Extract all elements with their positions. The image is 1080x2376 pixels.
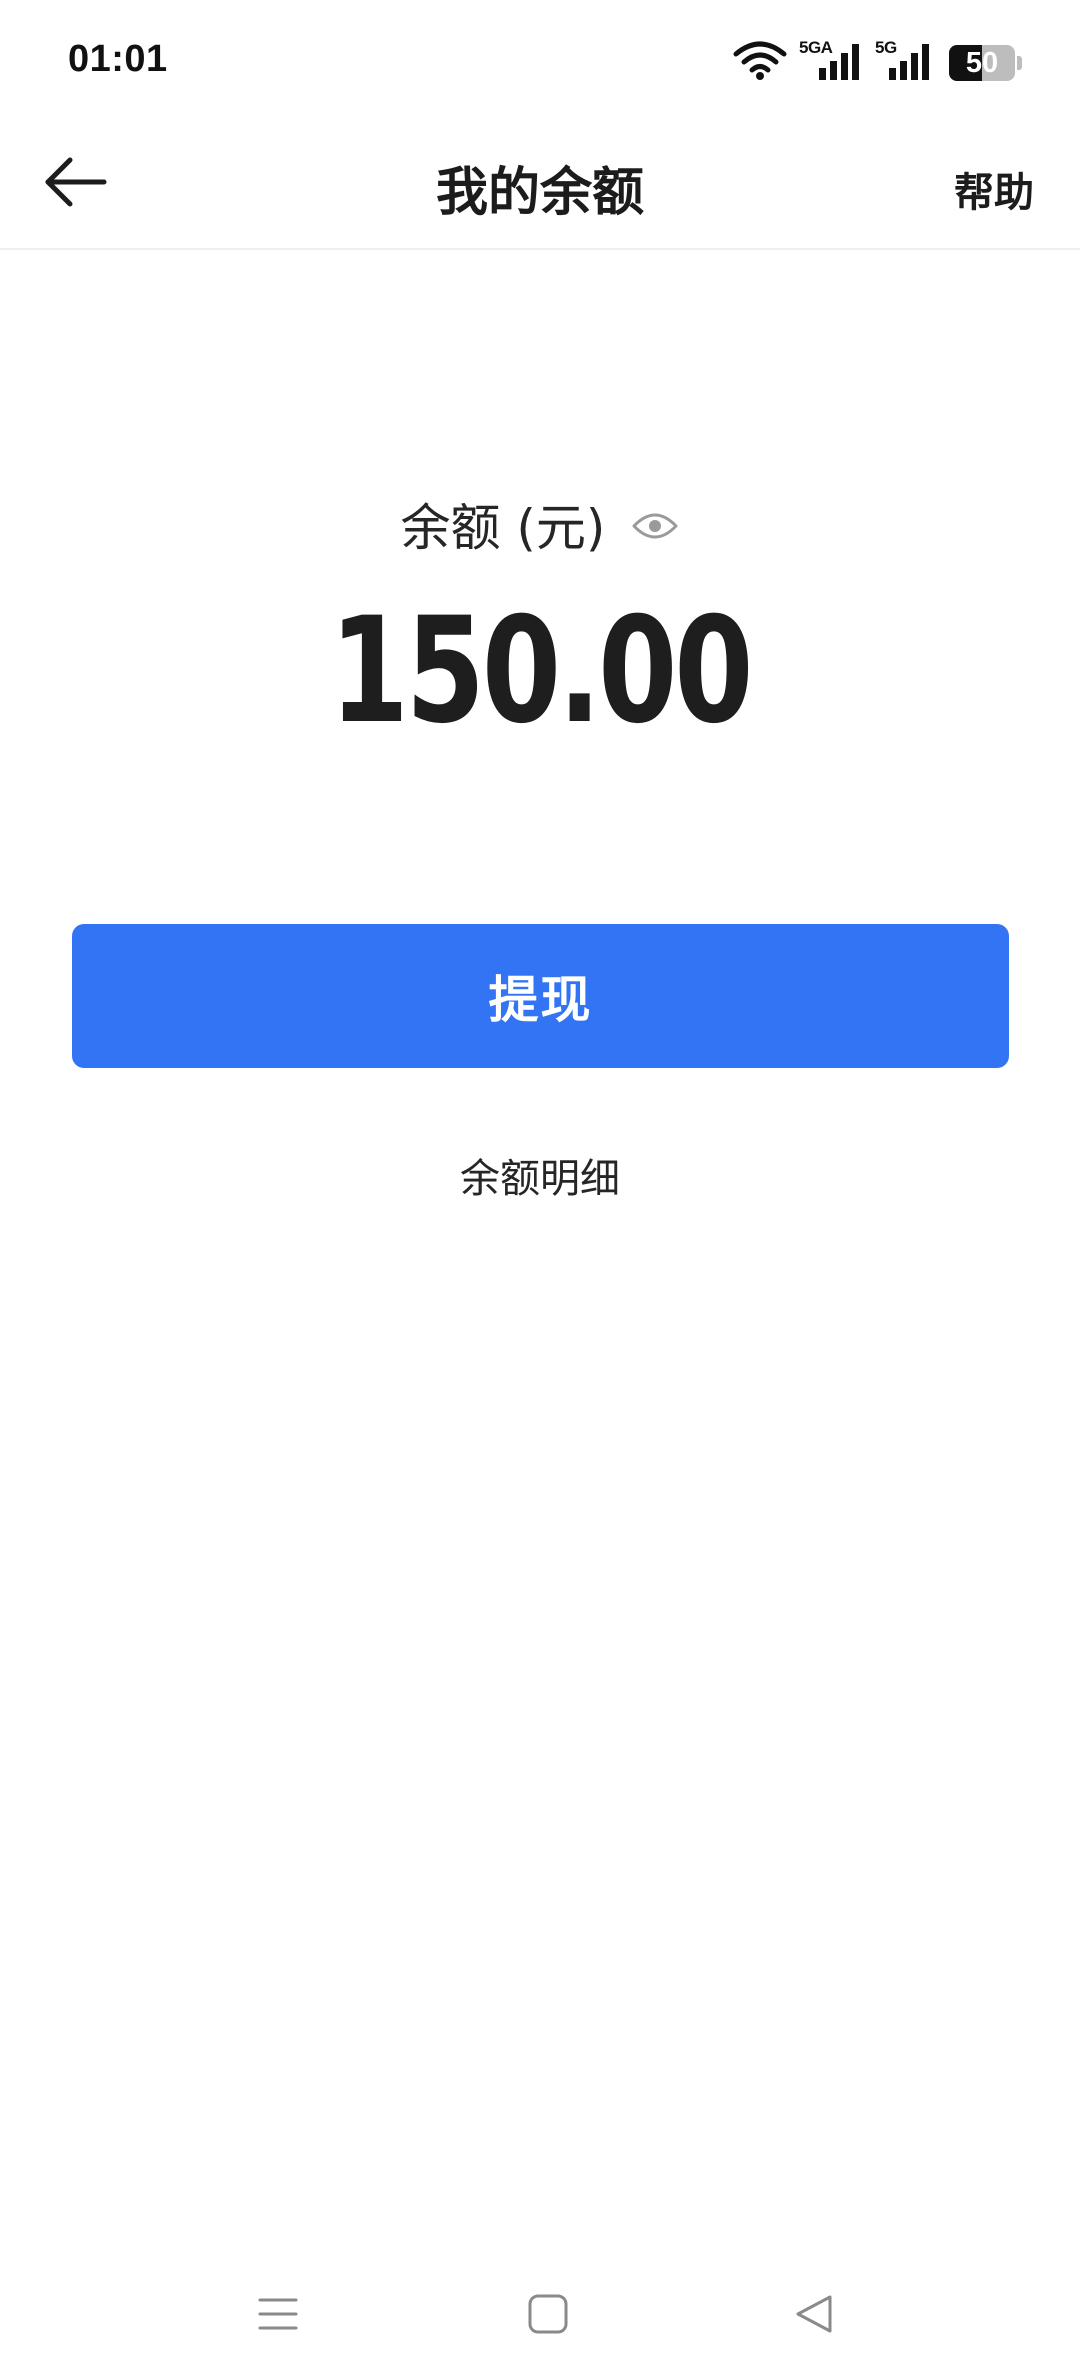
- battery-level: 50: [965, 46, 999, 79]
- status-bar: 01:01 5GA 5G 50: [0, 0, 1080, 120]
- nav-menu-button[interactable]: [238, 2284, 318, 2348]
- network-type-label-2: 5G: [875, 38, 897, 57]
- signal-icon-5ga: 5GA: [799, 38, 863, 86]
- header: 我的余额 帮助: [0, 120, 1080, 250]
- signal-icon-5g: 5G: [875, 38, 933, 86]
- battery-icon: 50: [949, 45, 1015, 81]
- balance-label-row: 余额 (元): [0, 488, 1080, 560]
- status-icons: 5GA 5G 50: [733, 38, 1022, 88]
- home-square-icon: [526, 2292, 570, 2340]
- nav-home-button[interactable]: [508, 2284, 588, 2348]
- balance-details-link[interactable]: 余额明细: [0, 1146, 1080, 1204]
- wifi-icon: [733, 41, 787, 85]
- page-title: 我的余额: [435, 163, 644, 223]
- battery-cap: [1017, 56, 1022, 70]
- nav-back-button[interactable]: [774, 2284, 854, 2348]
- balance-label: 余额 (元): [400, 499, 606, 557]
- help-link[interactable]: 帮助: [954, 160, 1034, 218]
- balance-amount: 150.00: [329, 586, 754, 756]
- status-time: 01:01: [68, 38, 168, 80]
- back-triangle-icon: [792, 2292, 836, 2340]
- eye-icon[interactable]: [631, 510, 679, 542]
- menu-icon: [256, 2294, 300, 2338]
- network-type-label-1: 5GA: [799, 38, 833, 57]
- navigation-bar: [0, 2256, 1080, 2376]
- withdraw-button[interactable]: 提现: [72, 924, 1009, 1068]
